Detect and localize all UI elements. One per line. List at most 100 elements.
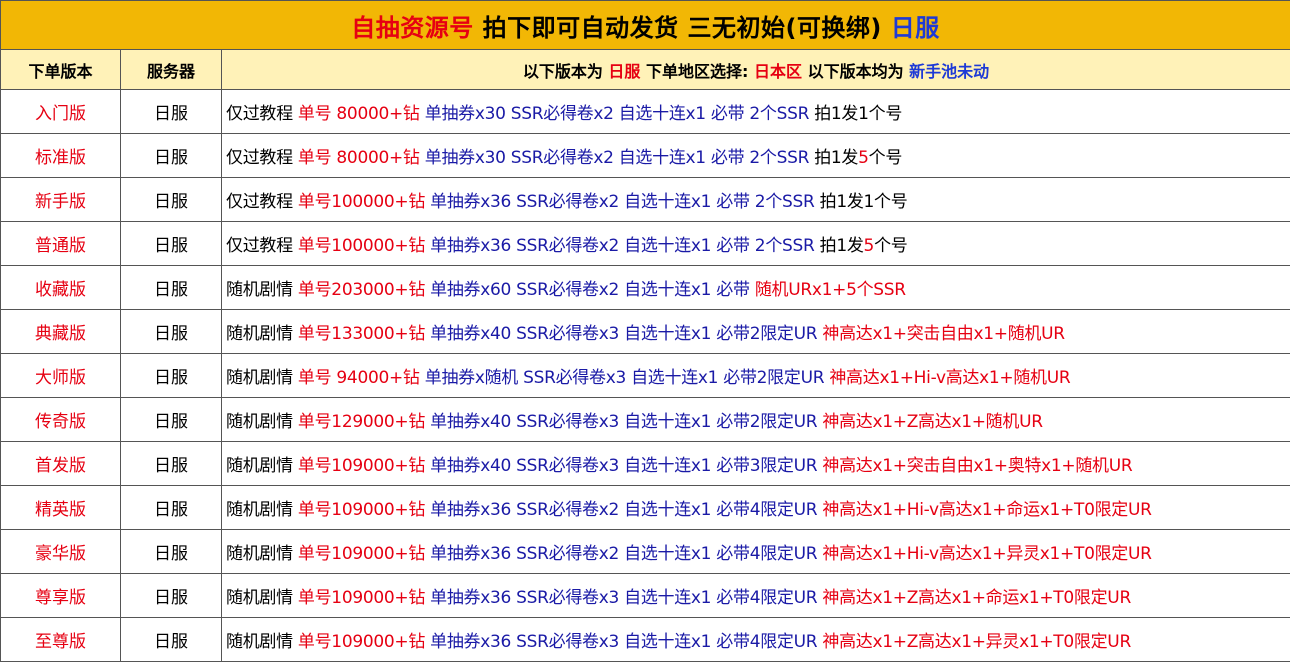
text-segment: 单号129000+钻 xyxy=(297,412,431,432)
text-segment: 单抽券x30 SSR必得卷x2 自选十连x1 必带 2个SSR xyxy=(424,148,815,168)
row-server: 日服 xyxy=(120,265,222,310)
table-row: 典藏版 日服 随机剧情 单号133000+钻 单抽券x40 SSR必得卷x3 自选十… xyxy=(0,309,1290,354)
text-segment: 单抽券x36 SSR必得卷x2 自选十连x1 必带4限定UR xyxy=(430,544,823,564)
text-segment: 日服 xyxy=(608,61,641,81)
row-server: 日服 xyxy=(120,177,222,222)
text-segment: 随机剧情 xyxy=(226,280,298,300)
text-segment: 单抽券x40 SSR必得卷x3 自选十连x1 必带2限定UR xyxy=(430,412,823,432)
table-row: 标准版 日服 仅过教程 单号 80000+钻 单抽券x30 SSR必得卷x2 自选十… xyxy=(0,133,1290,178)
text-segment: 个号 xyxy=(874,236,908,256)
header-server: 服务器 xyxy=(120,49,222,90)
text-segment: 拍1发1个号 xyxy=(819,192,908,212)
row-version: 精英版 xyxy=(0,485,121,530)
table-row: 豪华版 日服 随机剧情 单号109000+钻 单抽券x36 SSR必得卷x2 自选十… xyxy=(0,529,1290,574)
row-server: 日服 xyxy=(120,89,222,134)
text-segment: 单号133000+钻 xyxy=(297,324,431,344)
row-server: 日服 xyxy=(120,485,222,530)
text-segment: 仅过教程 xyxy=(226,104,298,124)
table-row: 首发版 日服 随机剧情 单号109000+钻 单抽券x40 SSR必得卷x3 自选十… xyxy=(0,441,1290,486)
row-description: 随机剧情 单号109000+钻 单抽券x36 SSR必得卷x2 自选十连x1 必… xyxy=(220,529,1290,574)
text-segment: 单号 80000+钻 xyxy=(297,148,425,168)
text-segment: 5 xyxy=(863,236,875,256)
text-segment: 单抽券x36 SSR必得卷x2 自选十连x1 必带 2个SSR xyxy=(430,192,820,212)
row-version: 典藏版 xyxy=(0,309,121,354)
text-segment: 神高达x1+Hi-v高达x1+命运x1+T0限定UR xyxy=(822,500,1152,520)
text-segment: 拍1发 xyxy=(814,148,859,168)
text-segment: 日本区 xyxy=(753,61,802,81)
text-segment: 单抽券x30 SSR必得卷x2 自选十连x1 必带 2个SSR xyxy=(424,104,815,124)
text-segment: 仅过教程 xyxy=(226,236,298,256)
text-segment: 单号109000+钻 xyxy=(297,588,431,608)
text-segment: 单抽券x36 SSR必得卷x2 自选十连x1 必带 2个SSR xyxy=(430,236,820,256)
text-segment: 以下版本均为 xyxy=(802,61,910,81)
text-segment: 个号 xyxy=(868,148,903,168)
text-segment: 单号 80000+钻 xyxy=(297,104,425,124)
text-segment: 单抽券x36 SSR必得卷x2 自选十连x1 必带4限定UR xyxy=(430,500,823,520)
row-description: 随机剧情 单号203000+钻 单抽券x60 SSR必得卷x2 自选十连x1 必… xyxy=(220,265,1290,310)
row-description: 随机剧情 单号133000+钻 单抽券x40 SSR必得卷x3 自选十连x1 必… xyxy=(220,309,1290,354)
row-server: 日服 xyxy=(120,617,222,662)
row-description: 随机剧情 单号109000+钻 单抽券x36 SSR必得卷x3 自选十连x1 必… xyxy=(220,617,1290,662)
text-segment: 神高达x1+Hi-v高达x1+随机UR xyxy=(829,368,1071,388)
text-segment: 随机剧情 xyxy=(226,588,298,608)
text-segment: 以下版本为 xyxy=(522,61,609,81)
header-description: 以下版本为 日服 下单地区选择: 日本区 以下版本均为 新手池未动 xyxy=(220,49,1290,90)
text-segment: 单抽券x36 SSR必得卷x3 自选十连x1 必带4限定UR xyxy=(430,632,823,652)
row-version: 首发版 xyxy=(0,441,121,486)
text-segment: 神高达x1+Z高达x1+随机UR xyxy=(822,412,1043,432)
text-segment: 神高达x1+突击自由x1+随机UR xyxy=(822,324,1065,344)
table-row: 大师版 日服 随机剧情 单号 94000+钻 单抽券x随机 SSR必得卷x3 自选十… xyxy=(0,353,1290,398)
row-description: 随机剧情 单号129000+钻 单抽券x40 SSR必得卷x3 自选十连x1 必… xyxy=(220,397,1290,442)
text-segment: 日服 xyxy=(890,13,940,42)
row-description: 仅过教程 单号100000+钻 单抽券x36 SSR必得卷x2 自选十连x1 必… xyxy=(220,221,1290,266)
text-segment: 单号109000+钻 xyxy=(297,544,431,564)
text-segment: 单号100000+钻 xyxy=(297,236,431,256)
table-row: 尊享版 日服 随机剧情 单号109000+钻 单抽券x36 SSR必得卷x3 自选十… xyxy=(0,573,1290,618)
row-server: 日服 xyxy=(120,309,222,354)
header-version: 下单版本 xyxy=(0,49,121,90)
row-description: 仅过教程 单号100000+钻 单抽券x36 SSR必得卷x2 自选十连x1 必… xyxy=(220,177,1290,222)
header-row: 下单版本 服务器 以下版本为 日服 下单地区选择: 日本区 以下版本均为 新手池… xyxy=(0,49,1290,90)
text-segment: 新手池未动 xyxy=(909,61,990,81)
text-segment: 拍下即可自动发货 三无初始(可换绑) xyxy=(482,13,891,42)
table-row: 至尊版 日服 随机剧情 单号109000+钻 单抽券x36 SSR必得卷x3 自选十… xyxy=(0,617,1290,662)
text-segment: 单抽券x60 SSR必得卷x2 自选十连x1 必带 xyxy=(430,280,755,300)
table-row: 精英版 日服 随机剧情 单号109000+钻 单抽券x36 SSR必得卷x2 自选十… xyxy=(0,485,1290,530)
row-version: 标准版 xyxy=(0,133,121,178)
text-segment: 单号109000+钻 xyxy=(297,632,431,652)
row-version: 尊享版 xyxy=(0,573,121,618)
row-description: 随机剧情 单号109000+钻 单抽券x36 SSR必得卷x3 自选十连x1 必… xyxy=(220,573,1290,618)
table-row: 普通版 日服 仅过教程 单号100000+钻 单抽券x36 SSR必得卷x2 自选十… xyxy=(0,221,1290,266)
text-segment: 随机剧情 xyxy=(226,412,298,432)
row-server: 日服 xyxy=(120,353,222,398)
text-segment: 神高达x1+Hi-v高达x1+异灵x1+T0限定UR xyxy=(822,544,1152,564)
text-segment: 单号203000+钻 xyxy=(297,280,431,300)
text-segment: 随机剧情 xyxy=(226,544,298,564)
row-version: 豪华版 xyxy=(0,529,121,574)
text-segment: 拍1发1个号 xyxy=(814,104,903,124)
text-segment: 仅过教程 xyxy=(226,192,298,212)
row-description: 随机剧情 单号 94000+钻 单抽券x随机 SSR必得卷x3 自选十连x1 必… xyxy=(220,353,1290,398)
text-segment: 拍1发 xyxy=(819,236,864,256)
text-segment: 自抽资源号 xyxy=(351,13,483,42)
row-description: 仅过教程 单号 80000+钻 单抽券x30 SSR必得卷x2 自选十连x1 必… xyxy=(220,89,1290,134)
table-title: 自抽资源号 拍下即可自动发货 三无初始(可换绑) 日服 xyxy=(0,0,1290,50)
text-segment: 神高达x1+Z高达x1+异灵x1+T0限定UR xyxy=(822,632,1131,652)
table-row: 收藏版 日服 随机剧情 单号203000+钻 单抽券x60 SSR必得卷x2 自选十… xyxy=(0,265,1290,310)
text-segment: 下单地区选择: xyxy=(640,61,754,81)
text-segment: 单号109000+钻 xyxy=(297,500,431,520)
text-segment: 5 xyxy=(858,148,869,168)
text-segment: 单号 94000+钻 xyxy=(297,368,425,388)
text-segment: 随机URx1+5个SSR xyxy=(754,280,906,300)
text-segment: 单号109000+钻 xyxy=(297,456,431,476)
row-version: 新手版 xyxy=(0,177,121,222)
row-version: 普通版 xyxy=(0,221,121,266)
text-segment: 随机剧情 xyxy=(226,632,298,652)
text-segment: 随机剧情 xyxy=(226,324,298,344)
row-version: 入门版 xyxy=(0,89,121,134)
text-segment: 神高达x1+突击自由x1+奥特x1+随机UR xyxy=(822,456,1133,476)
text-segment: 随机剧情 xyxy=(226,500,298,520)
text-segment: 随机剧情 xyxy=(226,368,298,388)
row-version: 大师版 xyxy=(0,353,121,398)
row-description: 随机剧情 单号109000+钻 单抽券x40 SSR必得卷x3 自选十连x1 必… xyxy=(220,441,1290,486)
